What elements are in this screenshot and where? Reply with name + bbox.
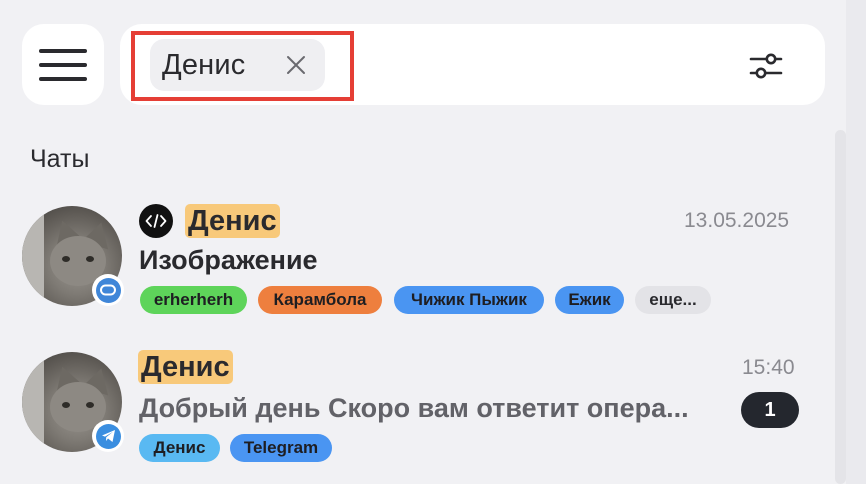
chat-tag: Чижик Пыжик (394, 286, 544, 314)
window-edge (846, 0, 866, 484)
chat-tag: Карамбола (258, 286, 382, 314)
chat-last-message: Добрый день Скоро вам ответит опера... (139, 393, 689, 423)
chat-name: Денис (138, 350, 233, 384)
more-tags-button[interactable]: еще... (635, 286, 711, 314)
section-title: Чаты (30, 145, 90, 173)
chat-tag: erherherh (140, 286, 247, 314)
menu-button[interactable] (22, 24, 104, 105)
sliders-icon (749, 53, 783, 79)
annotation-highlight-box (131, 31, 354, 101)
chat-tag: Ежик (555, 286, 624, 314)
telegram-icon (101, 430, 115, 442)
code-icon (139, 204, 173, 238)
filter-settings-button[interactable] (746, 46, 786, 86)
unread-count-badge: 1 (741, 392, 799, 428)
chat-last-message: Изображение (139, 245, 318, 275)
scrollbar[interactable] (835, 130, 846, 484)
chat-tag: Telegram (230, 434, 332, 462)
chat-tag: Денис (139, 434, 220, 462)
channel-badge (92, 274, 124, 306)
channel-badge (92, 420, 124, 452)
chat-name: Денис (185, 204, 280, 238)
hamburger-icon (39, 48, 87, 81)
chat-date: 15:40 (742, 356, 795, 379)
chat-bubble-icon (100, 284, 116, 296)
chat-date: 13.05.2025 (684, 209, 790, 232)
